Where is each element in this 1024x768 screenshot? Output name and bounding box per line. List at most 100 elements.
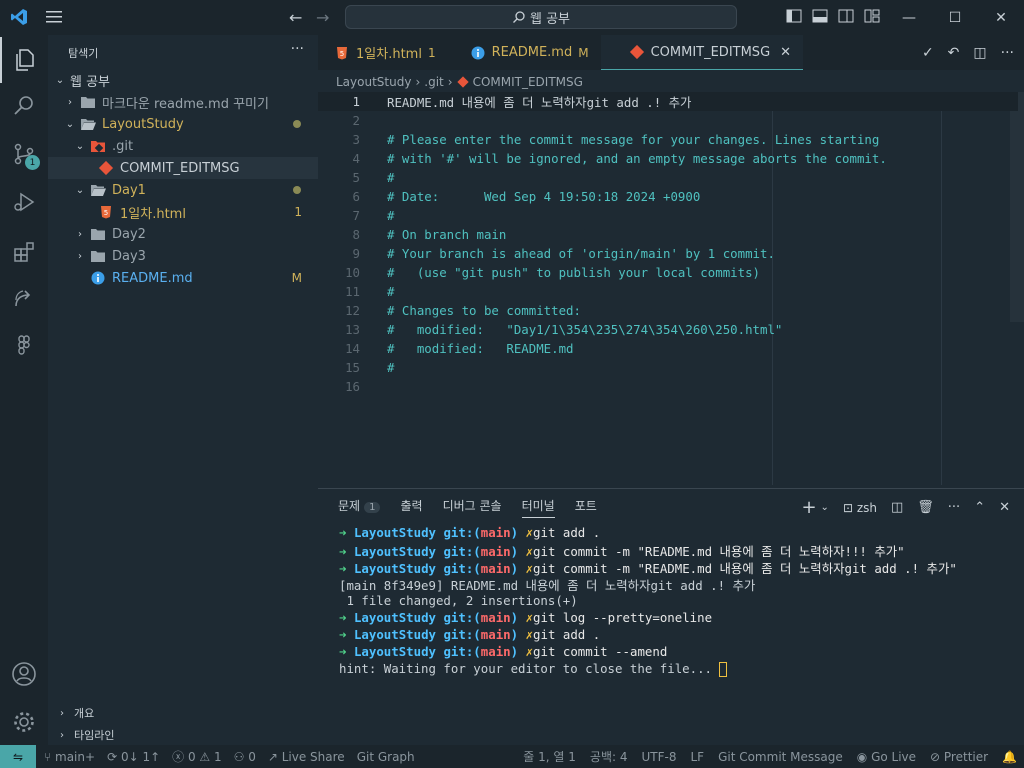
split-editor-icon[interactable]: ◫ <box>973 45 986 61</box>
explorer-icon[interactable] <box>0 37 48 83</box>
tab-1-html[interactable]: 5 1일차.html 1 <box>318 35 448 70</box>
more-actions-icon[interactable]: ··· <box>291 41 304 57</box>
breadcrumb-item[interactable]: COMMIT_EDITMSG <box>473 75 583 89</box>
terminal-token: main <box>480 544 511 559</box>
encoding[interactable]: UTF-8 <box>641 750 676 764</box>
terminal-token: ➜ <box>339 544 347 559</box>
editor-line[interactable]: 1 README.md 내용에 좀 더 노력하자git add .! 추가 <box>318 92 1018 111</box>
terminal-output[interactable]: ➜ LayoutStudy git:(main) ✗git add . ➜ Lay… <box>339 525 957 678</box>
trash-icon[interactable]: 🗑 <box>917 500 934 515</box>
search-view-icon[interactable] <box>0 83 48 129</box>
editor-line[interactable]: 8 # On branch main <box>318 225 1018 244</box>
tree-item-folder[interactable]: › Day3 <box>48 245 318 267</box>
editor-line[interactable]: 13 # modified: "Day1/1\354\235\274\354\26… <box>318 320 1018 339</box>
indentation[interactable]: 공백: 4 <box>590 748 628 765</box>
terminal-shell-icon[interactable]: ⊡ zsh <box>843 501 877 515</box>
tree-item-label: .git <box>112 138 134 154</box>
more-actions-icon[interactable]: ··· <box>948 500 960 515</box>
tree-item-folder[interactable]: › Day2 <box>48 223 318 245</box>
editor-line[interactable]: 9 # Your branch is ahead of 'origin/main'… <box>318 244 1018 263</box>
forward-arrow-icon[interactable]: → <box>316 8 329 27</box>
live-share-status[interactable]: ↗ Live Share <box>268 750 345 764</box>
tab-terminal[interactable]: 터미널 <box>521 497 555 518</box>
tab-readme[interactable]: README.md M <box>448 35 601 70</box>
extensions-icon[interactable] <box>0 229 48 275</box>
cursor-position[interactable]: 줄 1, 열 1 <box>523 748 576 765</box>
tab-output[interactable]: 출력 <box>400 497 422 518</box>
close-panel-icon[interactable]: ✕ <box>999 500 1010 515</box>
editor-line[interactable]: 3 # Please enter the commit message for y… <box>318 130 1018 149</box>
minimize-icon[interactable]: — <box>886 0 932 35</box>
problems-status[interactable]: ⓧ 0 ⚠ 1 <box>172 748 222 765</box>
outline-section[interactable]: › 개요 <box>48 702 318 724</box>
terminal-token: ✗ <box>525 610 534 625</box>
branch-status[interactable]: ⑂ main+ <box>44 750 95 764</box>
figma-icon[interactable] <box>0 323 48 369</box>
manage-gear-icon[interactable] <box>0 699 48 745</box>
maximize-icon[interactable]: ☐ <box>932 0 978 35</box>
git-graph-status[interactable]: Git Graph <box>357 750 415 764</box>
sync-status[interactable]: ⟳ 0↓ 1↑ <box>107 750 160 764</box>
terminal-token: ) <box>510 544 519 559</box>
run-debug-icon[interactable] <box>0 179 48 225</box>
editor-line[interactable]: 15 # <box>318 358 1018 377</box>
tab-problems[interactable]: 문제 1 <box>338 497 381 518</box>
code-text: # Your branch is ahead of 'origin/main' … <box>387 246 775 261</box>
tree-item-file[interactable]: 5 1일차.html 1 <box>48 201 318 223</box>
editor-line[interactable]: 6 # Date: Wed Sep 4 19:50:18 2024 +0900 <box>318 187 1018 206</box>
new-terminal-icon[interactable]: + <box>801 497 816 518</box>
tree-item-folder[interactable]: ⌄ LayoutStudy <box>48 113 318 135</box>
toggle-panel-icon[interactable] <box>812 9 828 23</box>
tree-item-file-selected[interactable]: COMMIT_EDITMSG <box>48 157 318 179</box>
code-editor[interactable]: 1 README.md 내용에 좀 더 노력하자git add .! 추가 2 3 # … <box>318 92 1024 485</box>
bell-icon[interactable]: 🔔 <box>1002 750 1017 764</box>
editor-line[interactable]: 10 # (use "git push" to publish your loca… <box>318 263 1018 282</box>
more-actions-icon[interactable]: ··· <box>1001 45 1014 61</box>
command-center-search[interactable]: 웹 공부 <box>345 5 737 29</box>
editor-line[interactable]: 14 # modified: README.md <box>318 339 1018 358</box>
editor-line[interactable]: 12 # Changes to be committed: <box>318 301 1018 320</box>
customize-layout-icon[interactable] <box>864 9 880 23</box>
close-tab-icon[interactable]: ✕ <box>780 45 791 60</box>
ports-status[interactable]: ⚇ 0 <box>234 750 256 764</box>
toggle-secondary-sidebar-icon[interactable] <box>838 9 854 23</box>
timeline-section[interactable]: › 타임라인 <box>48 724 318 746</box>
editor-line[interactable]: 4 # with '#' will be ignored, and an empt… <box>318 149 1018 168</box>
tree-item-folder[interactable]: ⌄ Day1 <box>48 179 318 201</box>
tree-item-file[interactable]: README.md M <box>48 267 318 289</box>
editor-line[interactable]: 2 <box>318 111 1018 130</box>
editor-line[interactable]: 5 # <box>318 168 1018 187</box>
tree-item-label: Day3 <box>112 248 146 264</box>
language-mode[interactable]: Git Commit Message <box>718 750 843 764</box>
accounts-icon[interactable] <box>0 651 48 697</box>
undo-icon[interactable]: ↶ <box>948 45 960 61</box>
terminal-token: git:( <box>443 644 481 659</box>
breadcrumb-item[interactable]: LayoutStudy <box>336 75 411 89</box>
source-control-icon[interactable] <box>0 131 48 177</box>
split-terminal-icon[interactable]: ◫ <box>891 500 903 515</box>
remote-icon[interactable]: ⇋ <box>0 745 36 768</box>
go-live-status[interactable]: ◉ Go Live <box>857 750 916 764</box>
close-window-icon[interactable]: ✕ <box>978 0 1024 35</box>
terminal-token: ) <box>510 561 519 576</box>
live-share-icon[interactable] <box>0 275 48 321</box>
back-arrow-icon[interactable]: ← <box>289 8 302 27</box>
prettier-status[interactable]: ⊘ Prettier <box>930 750 988 764</box>
tab-debug-console[interactable]: 디버그 콘솔 <box>443 497 502 518</box>
editor-line[interactable]: 7 # <box>318 206 1018 225</box>
tree-item-folder[interactable]: ⌄ .git <box>48 135 318 157</box>
editor-line[interactable]: 16 <box>318 377 1018 396</box>
menu-icon[interactable] <box>45 9 63 25</box>
scm-badge: 1 <box>25 155 40 170</box>
editor-line[interactable]: 11 # <box>318 282 1018 301</box>
maximize-panel-icon[interactable]: ⌃ <box>974 500 985 515</box>
toggle-sidebar-icon[interactable] <box>786 9 802 23</box>
eol[interactable]: LF <box>690 750 704 764</box>
chevron-down-icon[interactable]: ⌄ <box>821 502 829 513</box>
tab-commit-editmsg[interactable]: COMMIT_EDITMSG ✕ <box>600 35 804 70</box>
tree-item-folder[interactable]: › 마크다운 readme.md 꾸미기 <box>48 91 318 113</box>
breadcrumb-item[interactable]: .git <box>424 75 443 89</box>
tree-item-root[interactable]: ⌄ 웹 공부 <box>48 69 318 91</box>
commit-check-icon[interactable]: ✓ <box>922 45 934 61</box>
tab-ports[interactable]: 포트 <box>575 497 597 518</box>
